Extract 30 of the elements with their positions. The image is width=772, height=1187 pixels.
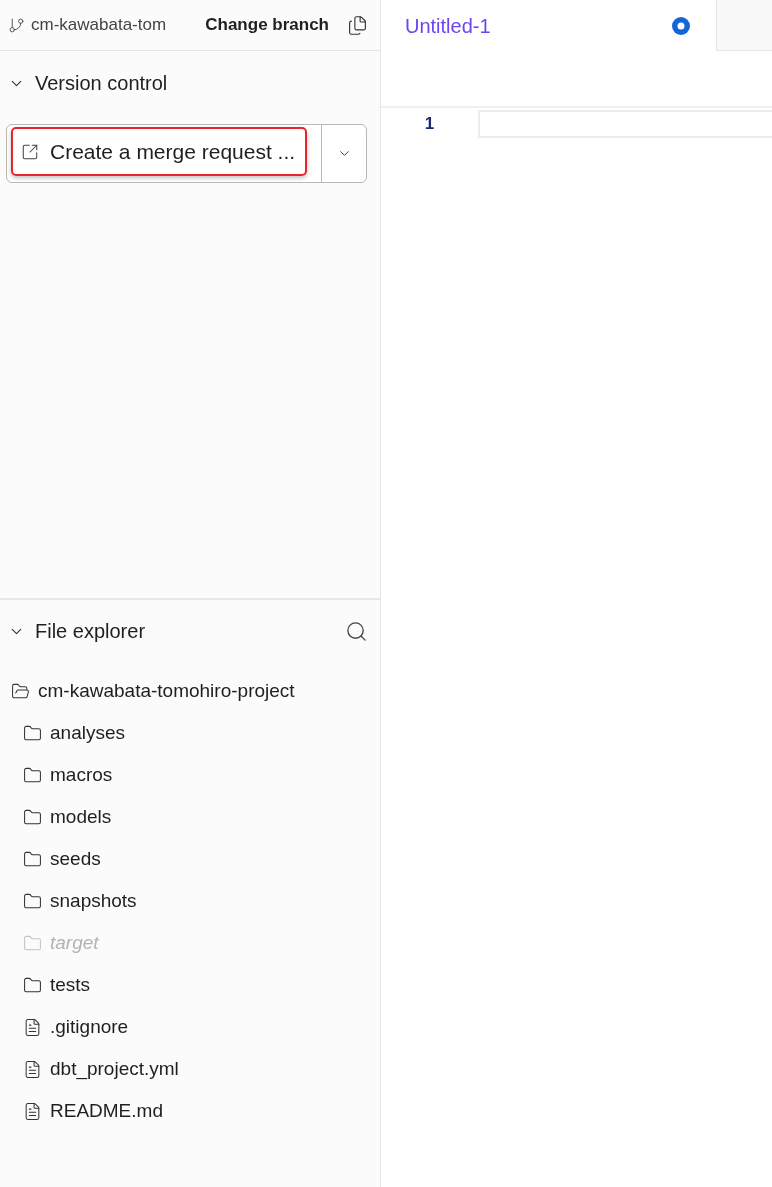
branch-name: cm-kawabata-tom	[31, 14, 167, 37]
folder-icon	[23, 723, 42, 743]
folder-name[interactable]: analyses	[50, 718, 125, 748]
folder-name[interactable]: cm-kawabata-tomohiro-project	[38, 676, 295, 706]
folder-icon	[23, 933, 42, 953]
file-name[interactable]: README.md	[50, 1096, 163, 1126]
create-merge-request-button[interactable]: Create a merge request ...	[11, 127, 307, 176]
folder-name[interactable]: models	[50, 802, 112, 832]
section-title: File explorer	[35, 619, 146, 644]
folder-name[interactable]: snapshots	[50, 886, 137, 916]
folder-icon	[23, 849, 42, 869]
file-icon	[23, 1017, 42, 1037]
file-name[interactable]: dbt_project.yml	[50, 1054, 179, 1084]
search-icon[interactable]	[345, 619, 368, 643]
line-number: 1	[423, 113, 436, 136]
folder-name[interactable]: macros	[50, 760, 113, 790]
folder-name[interactable]: seeds	[50, 844, 101, 874]
change-branch-button[interactable]: Change branch	[205, 12, 329, 38]
open-folder-icon	[11, 681, 30, 701]
file-icon	[23, 1101, 42, 1121]
folder-icon	[23, 807, 42, 827]
folder-icon	[23, 765, 42, 785]
section-title: Version control	[35, 71, 168, 96]
file-name[interactable]: .gitignore	[50, 1012, 129, 1042]
folder-icon	[23, 891, 42, 911]
copy-icon[interactable]	[347, 13, 368, 37]
external-link-icon	[21, 142, 39, 161]
file-icon	[23, 1059, 42, 1079]
folder-name[interactable]: tests	[50, 970, 91, 1000]
folder-icon	[23, 975, 42, 995]
